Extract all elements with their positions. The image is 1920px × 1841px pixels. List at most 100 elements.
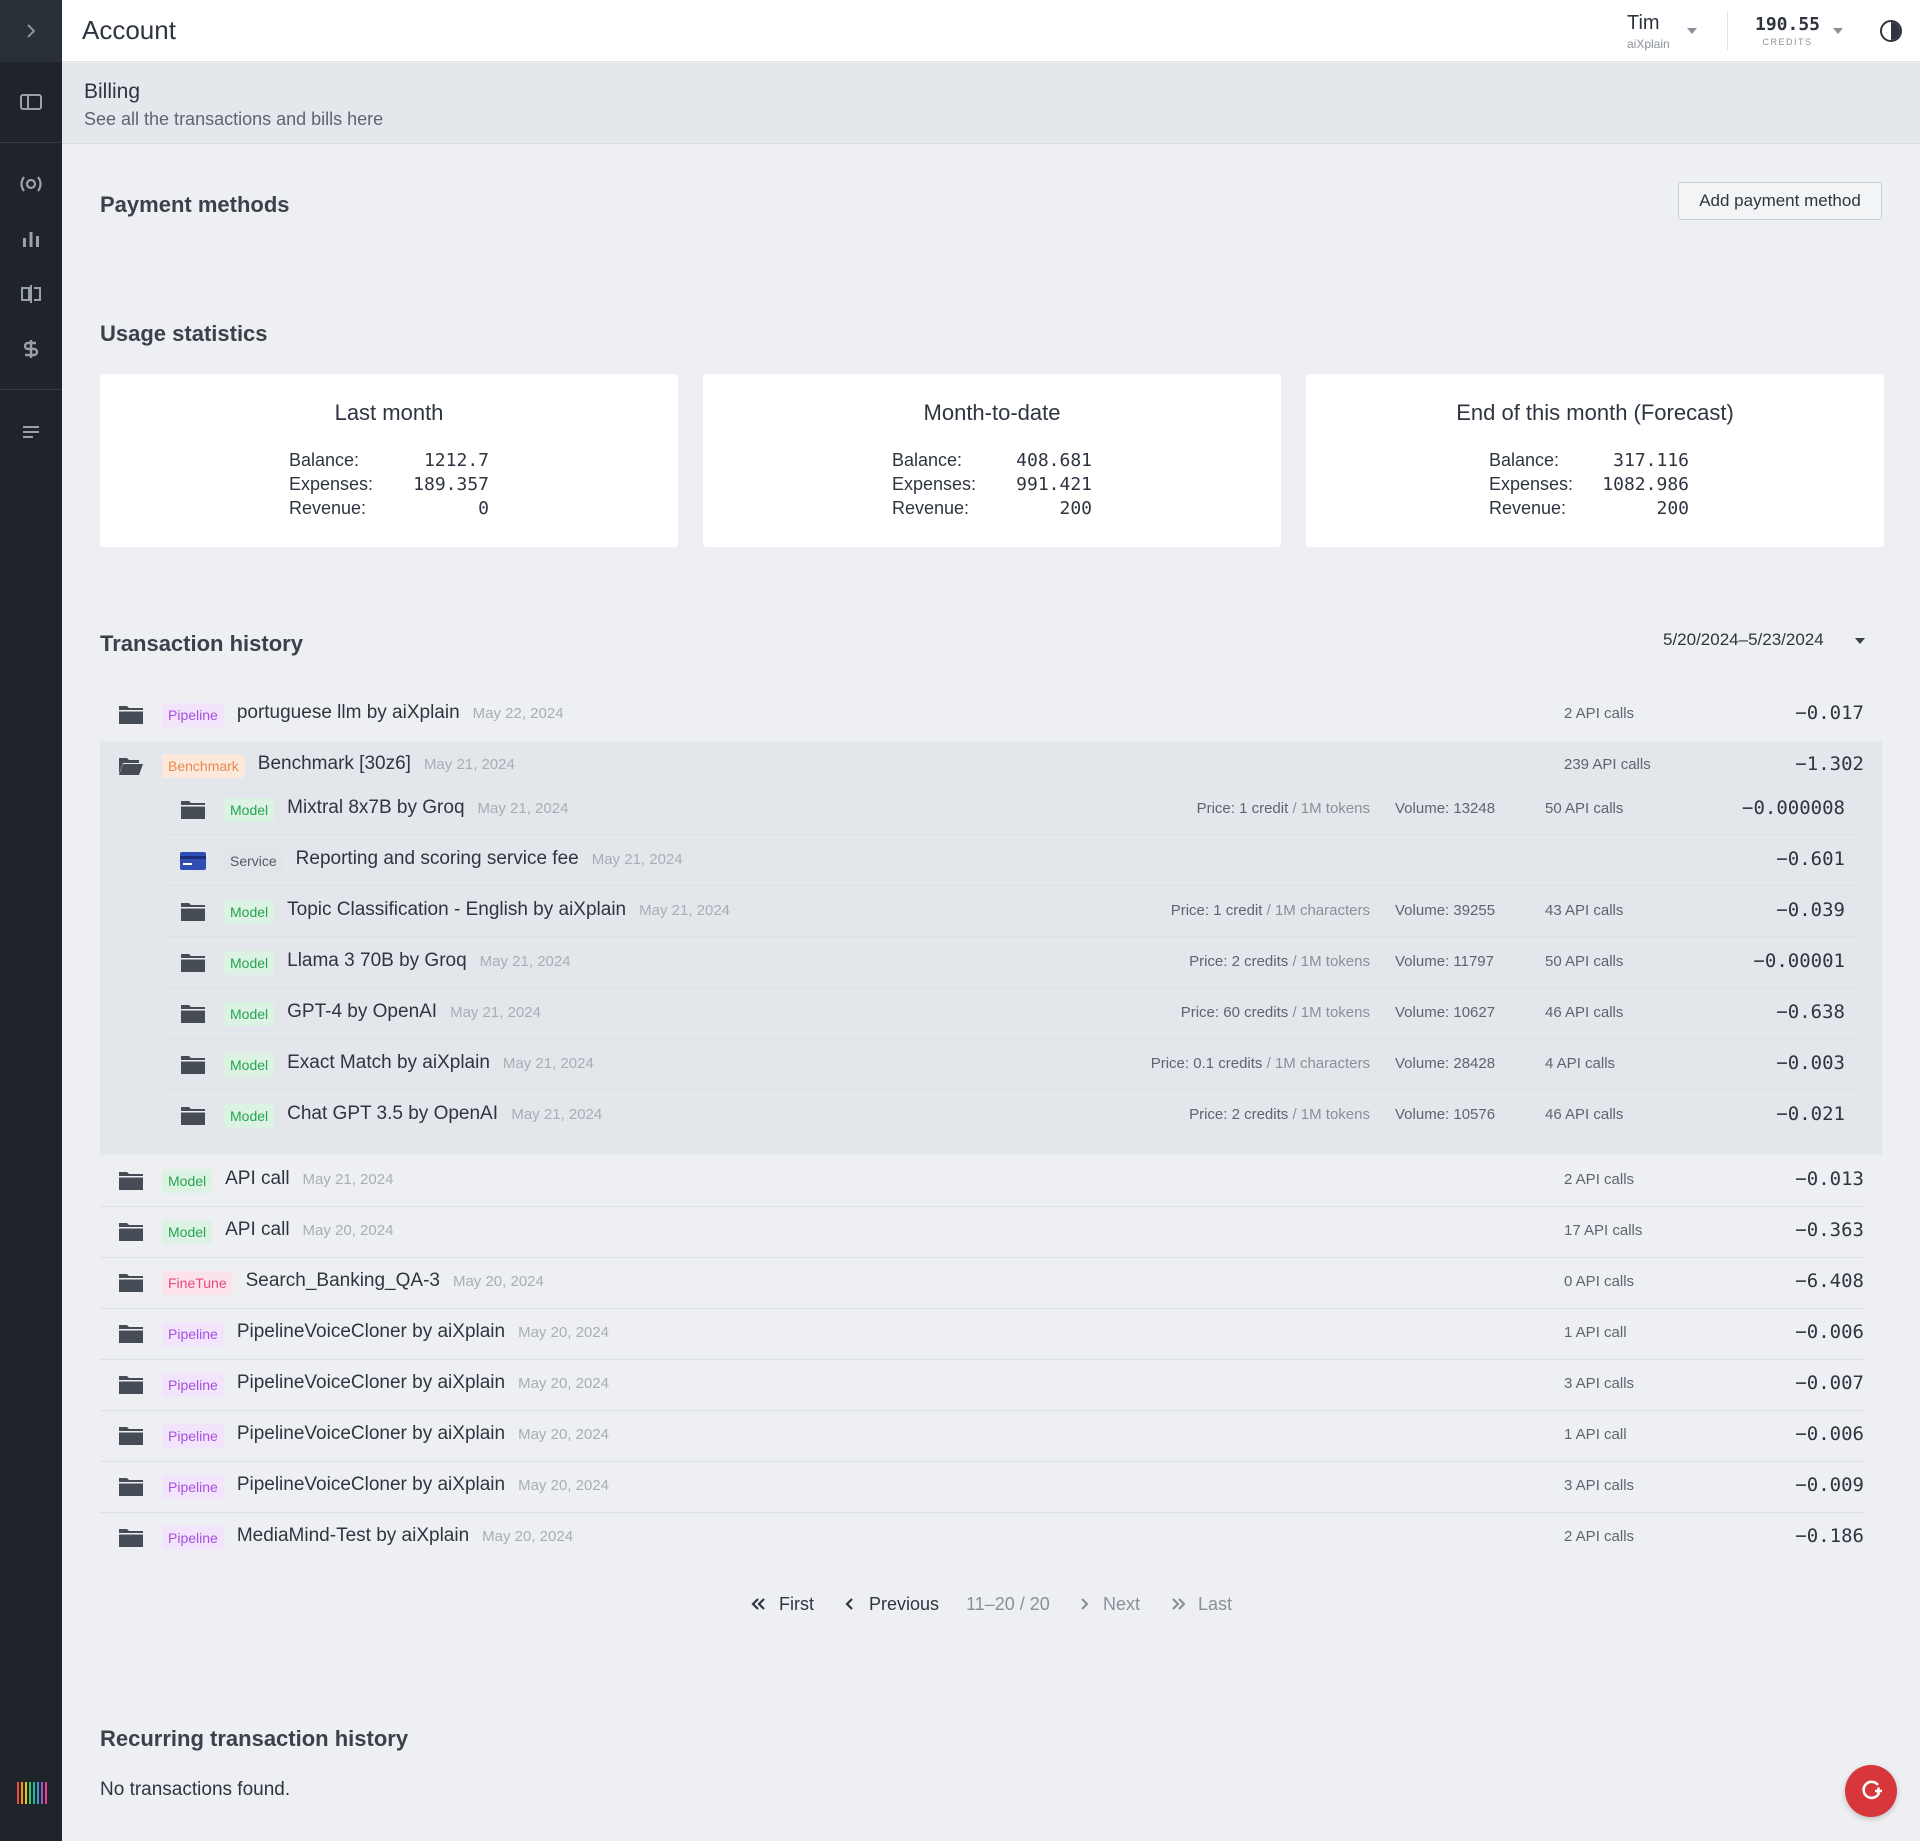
- panel-icon: [20, 94, 42, 110]
- transaction-name[interactable]: MediaMind-Test by aiXplain: [237, 1525, 469, 1547]
- next-page-button[interactable]: Next: [1078, 1594, 1140, 1615]
- transaction-date: May 21, 2024: [591, 851, 683, 868]
- transaction-name[interactable]: Topic Classification - English by aiXpla…: [287, 899, 626, 921]
- transaction-name[interactable]: Benchmark [30z6]: [258, 753, 411, 775]
- transaction-name[interactable]: Chat GPT 3.5 by OpenAI: [287, 1103, 498, 1125]
- next-page-label: Next: [1103, 1594, 1141, 1614]
- usage-stat-value: 1212.7: [423, 450, 489, 471]
- support-chat-button[interactable]: [1845, 1765, 1897, 1817]
- previous-page-button[interactable]: Previous: [844, 1594, 939, 1615]
- volume-info: Volume: 39255: [1395, 902, 1495, 919]
- chevron-down-icon[interactable]: [1687, 28, 1697, 34]
- transaction-row[interactable]: Model Exact Match by aiXplain May 21, 2024…: [0, 1039, 1920, 1090]
- volume-info: Volume: 13248: [1395, 800, 1495, 817]
- transaction-row[interactable]: FineTune Search_Banking_QA-3 May 20, 2024 0…: [0, 1257, 1920, 1308]
- transaction-date: May 20, 2024: [518, 1426, 609, 1443]
- user-menu[interactable]: Tim aiXplain: [1627, 12, 1670, 51]
- api-calls-count: 0 API calls: [1564, 1273, 1635, 1290]
- transaction-row[interactable]: Model GPT-4 by OpenAI May 21, 2024 Price: 6…: [0, 988, 1920, 1039]
- transaction-row[interactable]: Pipeline PipelineVoiceCloner by aiXplain M…: [0, 1410, 1920, 1461]
- price-unit: 1M tokens: [1300, 800, 1370, 817]
- date-range-picker[interactable]: 5/20/2024–5/23/2024: [1663, 630, 1824, 650]
- sidebar-item-discover[interactable]: [0, 164, 62, 204]
- transaction-row[interactable]: Model Chat GPT 3.5 by OpenAI May 21, 2024 P…: [0, 1090, 1920, 1141]
- price-separator: /: [1288, 1004, 1301, 1021]
- sidebar-toggle-button[interactable]: [0, 0, 62, 62]
- transaction-row[interactable]: Pipeline PipelineVoiceCloner by aiXplain M…: [0, 1359, 1920, 1410]
- sidebar-item-billing[interactable]: [0, 329, 62, 369]
- api-calls-count: 2 API calls: [1564, 1171, 1635, 1188]
- price-unit: 1M tokens: [1300, 1004, 1370, 1021]
- transaction-row[interactable]: Pipeline portuguese llm by aiXplain May 22…: [0, 689, 1920, 740]
- transaction-name[interactable]: API call: [225, 1168, 289, 1190]
- bar-chart-icon: [23, 232, 39, 247]
- transaction-row[interactable]: Model API call May 21, 2024 2 API calls −0.0…: [0, 1155, 1920, 1206]
- transaction-row[interactable]: Model API call May 20, 2024 17 API calls −0.…: [0, 1206, 1920, 1257]
- sidebar-item-docs[interactable]: [0, 412, 62, 452]
- sidebar-item-compare[interactable]: [0, 274, 62, 314]
- transaction-amount: −0.003: [1776, 1052, 1845, 1074]
- broadcast-icon: [20, 176, 42, 192]
- chevron-down-icon[interactable]: [1855, 638, 1865, 644]
- transaction-name[interactable]: GPT-4 by OpenAI: [287, 1001, 437, 1023]
- folder-icon: [118, 1171, 144, 1196]
- price-info: Price: 0.1 credits / 1M characters: [1151, 1055, 1370, 1072]
- transaction-name[interactable]: API call: [225, 1219, 289, 1241]
- transaction-date: May 21, 2024: [423, 756, 515, 773]
- transaction-date: May 20, 2024: [518, 1477, 609, 1494]
- api-calls-count: 4 API calls: [1545, 1055, 1616, 1072]
- price-separator: /: [1262, 1055, 1275, 1072]
- transaction-row[interactable]: Pipeline PipelineVoiceCloner by aiXplain M…: [0, 1308, 1920, 1359]
- billing-subtitle: See all the transactions and bills here: [84, 109, 384, 129]
- last-page-button[interactable]: Last: [1169, 1594, 1232, 1615]
- recurring-transactions-title: Recurring transaction history: [100, 1726, 409, 1751]
- transaction-row[interactable]: Pipeline PipelineVoiceCloner by aiXplain M…: [0, 1461, 1920, 1512]
- transaction-name[interactable]: PipelineVoiceCloner by aiXplain: [237, 1474, 505, 1496]
- usage-stat-label: Revenue:: [289, 498, 367, 518]
- api-calls-count: 3 API calls: [1564, 1375, 1635, 1392]
- usage-stat-row: Expenses: 1082.986: [1489, 474, 1689, 498]
- transaction-history-title: Transaction history: [100, 631, 303, 656]
- transaction-amount: −0.009: [1795, 1474, 1864, 1496]
- api-calls-count: 3 API calls: [1564, 1477, 1635, 1494]
- volume-info: Volume: 10627: [1395, 1004, 1495, 1021]
- theme-toggle-icon[interactable]: [1880, 20, 1902, 42]
- transaction-name[interactable]: Mixtral 8x7B by Groq: [287, 797, 464, 819]
- transaction-name[interactable]: PipelineVoiceCloner by aiXplain: [237, 1423, 505, 1445]
- usage-stat-value: 991.421: [1016, 474, 1092, 495]
- transaction-name[interactable]: Exact Match by aiXplain: [287, 1052, 490, 1074]
- type-badge: Pipeline: [162, 1373, 224, 1397]
- transaction-row[interactable]: Pipeline MediaMind-Test by aiXplain May 20…: [0, 1512, 1920, 1563]
- usage-stat-value: 408.681: [1016, 450, 1092, 471]
- transaction-row[interactable]: Model Llama 3 70B by Groq May 21, 2024 Pric…: [0, 937, 1920, 988]
- chevron-down-icon[interactable]: [1833, 28, 1843, 34]
- usage-stat-value: 200: [1656, 498, 1689, 519]
- compare-icon: [21, 285, 41, 303]
- page-range: 11–20 / 20: [966, 1594, 1050, 1614]
- price-value: 60 credits: [1223, 1004, 1289, 1021]
- transaction-row[interactable]: Service Reporting and scoring service fee…: [0, 835, 1920, 886]
- transaction-row[interactable]: Model Topic Classification - English by a…: [0, 886, 1920, 937]
- transaction-name[interactable]: Reporting and scoring service fee: [296, 848, 579, 870]
- previous-page-label: Previous: [869, 1594, 940, 1614]
- transaction-name[interactable]: PipelineVoiceCloner by aiXplain: [237, 1321, 505, 1343]
- credit-card-icon: [180, 851, 206, 876]
- transaction-name[interactable]: PipelineVoiceCloner by aiXplain: [237, 1372, 505, 1394]
- folder-icon: [118, 1375, 144, 1400]
- credits-display[interactable]: 190.55 CREDITS: [1755, 14, 1820, 47]
- brand-logo: [17, 1782, 47, 1804]
- usage-stat-row: Expenses: 189.357: [289, 474, 489, 498]
- usage-stat-label: Expenses:: [289, 474, 374, 494]
- transaction-name[interactable]: Search_Banking_QA-3: [246, 1270, 440, 1292]
- sidebar-item-dashboard[interactable]: [0, 82, 62, 122]
- add-payment-method-button[interactable]: Add payment method: [1678, 182, 1882, 220]
- transaction-name[interactable]: Llama 3 70B by Groq: [287, 950, 467, 972]
- sidebar-divider: [0, 389, 62, 390]
- first-page-button[interactable]: First: [750, 1594, 814, 1615]
- sidebar-item-analytics[interactable]: [0, 219, 62, 259]
- transaction-row[interactable]: Model Mixtral 8x7B by Groq May 21, 2024 Pri…: [0, 784, 1920, 835]
- folder-icon: [180, 1004, 206, 1029]
- price-label: Price:: [1150, 1055, 1190, 1072]
- price-unit: 1M tokens: [1300, 953, 1370, 970]
- transaction-name[interactable]: portuguese llm by aiXplain: [237, 702, 460, 724]
